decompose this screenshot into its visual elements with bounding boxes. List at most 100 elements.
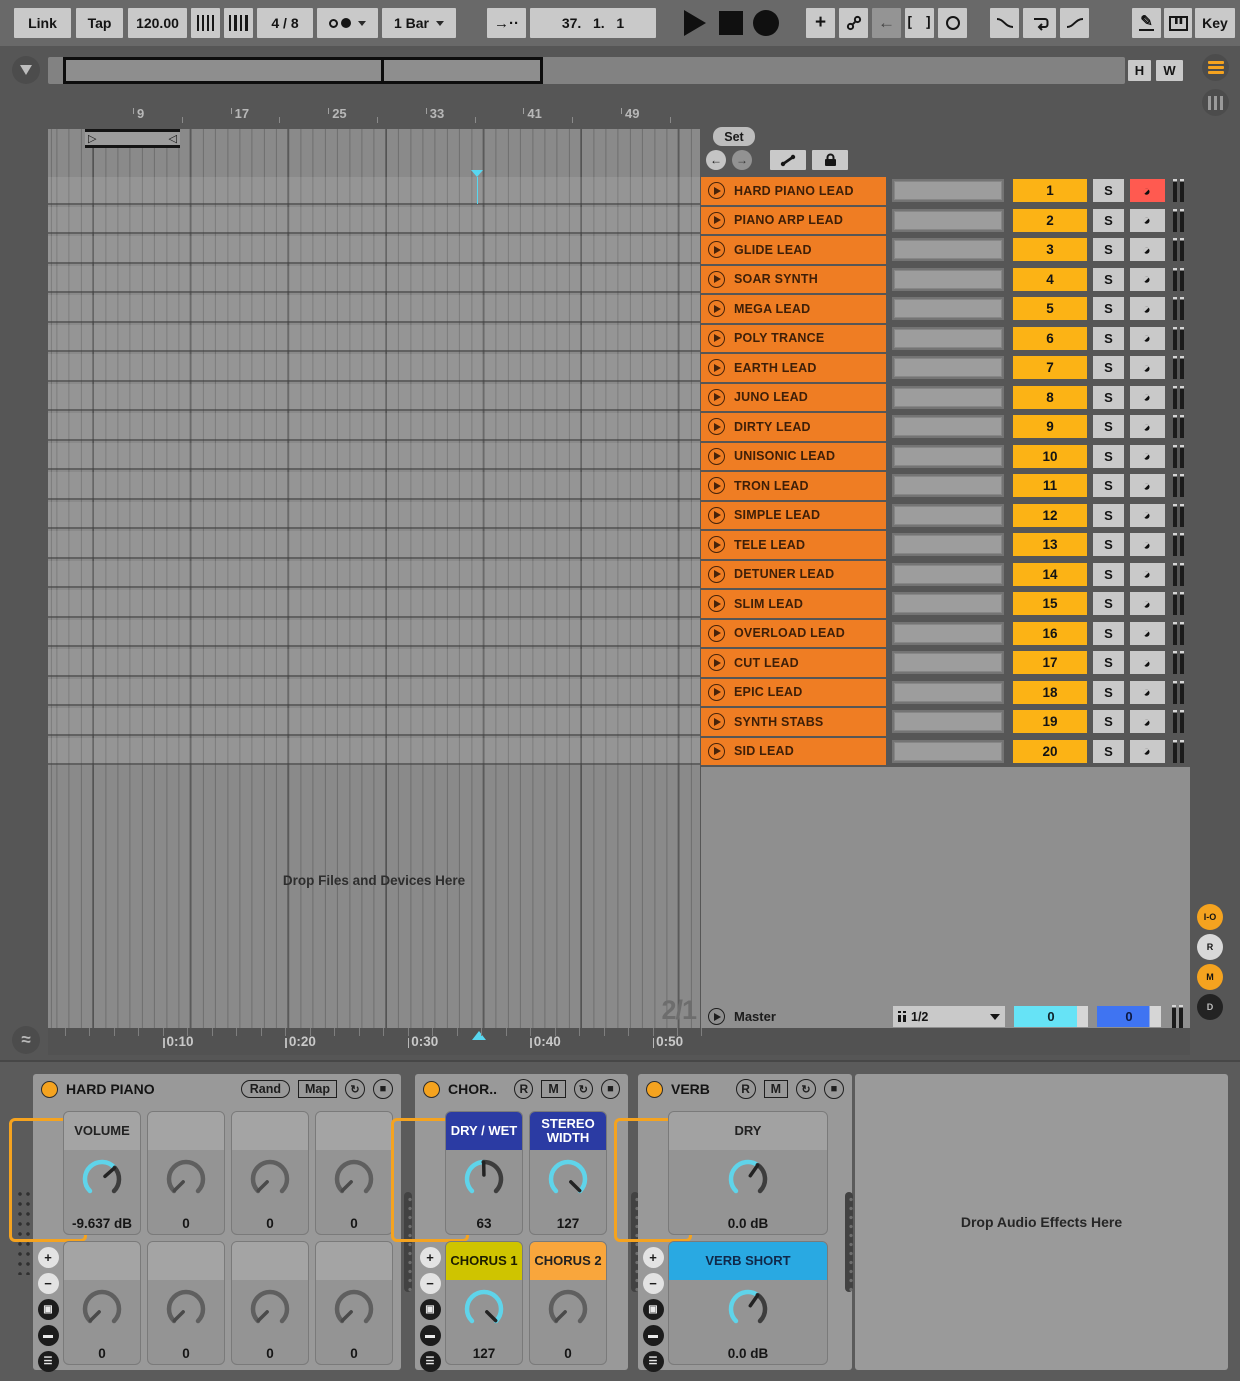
track-name-cell[interactable]: JUNO LEAD	[701, 384, 886, 412]
track-arm-button[interactable]: ◑	[1130, 179, 1165, 202]
section-toggle-r[interactable]: R	[1197, 934, 1223, 960]
link-button[interactable]: Link	[14, 8, 71, 38]
macro-control[interactable]: VOLUME -9.637 dB	[63, 1111, 141, 1235]
macro-variation-icon[interactable]: ▬	[38, 1325, 59, 1346]
macro-control[interactable]: VERB SHORT 0.0 dB	[668, 1241, 828, 1365]
remove-macro-icon[interactable]: −	[643, 1273, 664, 1294]
track-play-icon[interactable]	[708, 713, 725, 730]
track-lane[interactable]	[48, 531, 700, 559]
macro-control[interactable]: CHORUS 2 0	[529, 1241, 607, 1365]
macro-control[interactable]: 0	[231, 1241, 309, 1365]
macro-value[interactable]: -9.637 dB	[64, 1216, 140, 1231]
map-button[interactable]: M	[764, 1080, 788, 1098]
track-solo-button[interactable]: S	[1093, 415, 1124, 438]
macro-variation-icon[interactable]: ▬	[643, 1325, 664, 1346]
nudge-up-button[interactable]	[224, 8, 253, 38]
computer-midi-keyboard-button[interactable]	[1164, 8, 1192, 38]
track-arm-button[interactable]: ◑	[1130, 710, 1165, 733]
macro-value[interactable]: 0	[232, 1346, 308, 1361]
track-arm-button[interactable]: ◑	[1130, 533, 1165, 556]
track-arm-button[interactable]: ◑	[1130, 592, 1165, 615]
track-name-cell[interactable]: TELE LEAD	[701, 531, 886, 559]
macro-list-icon[interactable]: ☰	[420, 1351, 441, 1372]
track-name-cell[interactable]: SOAR SYNTH	[701, 266, 886, 294]
rand-button[interactable]: R	[514, 1079, 533, 1099]
track-lane[interactable]	[48, 590, 700, 618]
track-number-button[interactable]: 6	[1013, 327, 1087, 350]
macro-value[interactable]: 0	[148, 1346, 224, 1361]
track-arm-button[interactable]: ◑	[1130, 651, 1165, 674]
add-macro-icon[interactable]: +	[643, 1247, 664, 1268]
track-lane[interactable]	[48, 295, 700, 323]
track-lane[interactable]	[48, 177, 700, 205]
track-play-icon[interactable]	[708, 566, 725, 583]
track-solo-button[interactable]: S	[1093, 356, 1124, 379]
track-row[interactable]: SIMPLE LEAD 12 S ◑	[701, 502, 1190, 530]
track-row[interactable]: DIRTY LEAD 9 S ◑	[701, 413, 1190, 441]
track-lane[interactable]	[48, 325, 700, 353]
track-lane[interactable]	[48, 620, 700, 648]
track-row[interactable]: EPIC LEAD 18 S ◑	[701, 679, 1190, 707]
track-row[interactable]: TRON LEAD 11 S ◑	[701, 472, 1190, 500]
device-activator[interactable]	[646, 1081, 663, 1098]
track-play-icon[interactable]	[708, 448, 725, 465]
master-pan-field[interactable]: 0	[1014, 1006, 1088, 1027]
track-number-button[interactable]: 11	[1013, 474, 1087, 497]
track-solo-button[interactable]: S	[1093, 268, 1124, 291]
track-solo-button[interactable]: S	[1093, 474, 1124, 497]
track-row[interactable]: CUT LEAD 17 S ◑	[701, 649, 1190, 677]
re-enable-automation-button[interactable]: ←	[872, 8, 901, 38]
track-arm-button[interactable]: ◑	[1130, 209, 1165, 232]
macro-value[interactable]: 0	[232, 1216, 308, 1231]
section-toggle-d[interactable]: D	[1197, 994, 1223, 1020]
bar-ruler[interactable]: 91725334149	[48, 103, 700, 129]
track-row[interactable]: SID LEAD 20 S ◑	[701, 738, 1190, 766]
punch-in-button[interactable]	[990, 8, 1019, 38]
session-record-button[interactable]	[938, 8, 967, 38]
track-lane[interactable]	[48, 236, 700, 264]
follow-button[interactable]: →··	[487, 8, 526, 38]
track-number-button[interactable]: 18	[1013, 681, 1087, 704]
punch-out-button[interactable]	[1060, 8, 1089, 38]
track-name-cell[interactable]: HARD PIANO LEAD	[701, 177, 886, 205]
macro-control[interactable]: 0	[315, 1111, 393, 1235]
track-solo-button[interactable]: S	[1093, 563, 1124, 586]
track-arm-button[interactable]: ◑	[1130, 504, 1165, 527]
track-lane[interactable]	[48, 679, 700, 707]
height-zoom-button[interactable]: H	[1128, 60, 1151, 81]
back-to-session-button[interactable]	[12, 56, 40, 84]
track-play-icon[interactable]	[708, 536, 725, 553]
track-row[interactable]: UNISONIC LEAD 10 S ◑	[701, 443, 1190, 471]
device-title-bar[interactable]: HARD PIANO Rand Map ↻ ■	[33, 1074, 401, 1104]
macro-value[interactable]: 127	[446, 1346, 522, 1361]
quantization-menu[interactable]: 1 Bar	[382, 8, 456, 38]
stop-button[interactable]	[716, 8, 746, 38]
device-activator[interactable]	[423, 1081, 440, 1098]
track-play-icon[interactable]	[708, 743, 725, 760]
draw-mode-button[interactable]: ✎	[1132, 8, 1161, 38]
track-name-cell[interactable]: OVERLOAD LEAD	[701, 620, 886, 648]
track-arm-button[interactable]: ◑	[1130, 238, 1165, 261]
track-lane[interactable]	[48, 502, 700, 530]
track-row[interactable]: OVERLOAD LEAD 16 S ◑	[701, 620, 1190, 648]
track-number-button[interactable]: 8	[1013, 386, 1087, 409]
play-button[interactable]	[678, 8, 712, 38]
macro-snapshot-icon[interactable]: ▣	[420, 1299, 441, 1320]
macro-variation-icon[interactable]: ▬	[420, 1325, 441, 1346]
track-arm-button[interactable]: ◑	[1130, 740, 1165, 763]
track-number-button[interactable]: 9	[1013, 415, 1087, 438]
rand-button[interactable]: Rand	[241, 1080, 290, 1098]
device-activator[interactable]	[41, 1081, 58, 1098]
add-macro-icon[interactable]: +	[420, 1247, 441, 1268]
device-separator-handle[interactable]	[845, 1192, 853, 1292]
track-lane[interactable]	[48, 708, 700, 736]
track-solo-button[interactable]: S	[1093, 710, 1124, 733]
track-number-button[interactable]: 20	[1013, 740, 1087, 763]
macro-control[interactable]: DRY 0.0 dB	[668, 1111, 828, 1235]
nudge-down-button[interactable]	[191, 8, 220, 38]
scrub-mode-button[interactable]: ≈	[12, 1026, 40, 1054]
track-play-icon[interactable]	[708, 507, 725, 524]
track-number-button[interactable]: 15	[1013, 592, 1087, 615]
capture-frame-button[interactable]: [ ]	[905, 8, 934, 38]
track-play-icon[interactable]	[708, 300, 725, 317]
